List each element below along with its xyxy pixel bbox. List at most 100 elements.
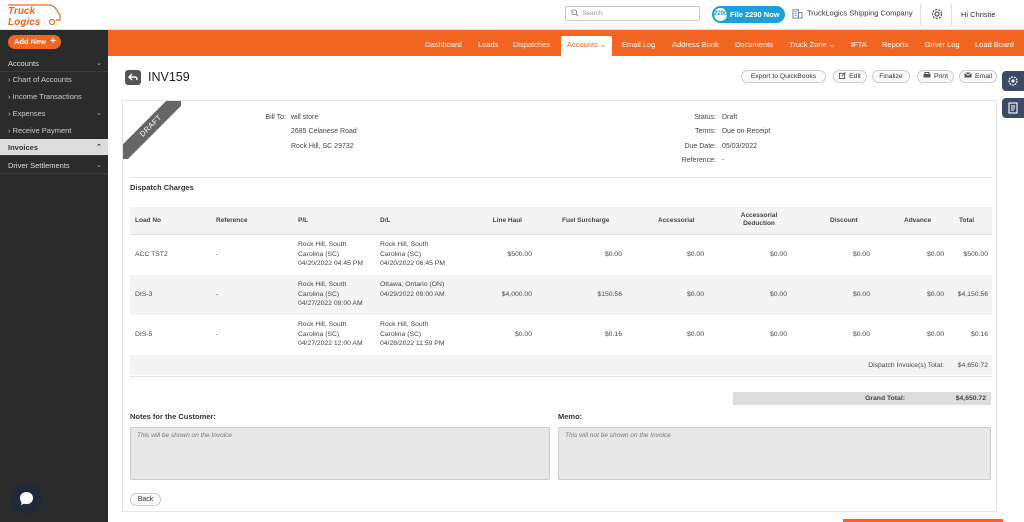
pl-line: Rock Hill, South: [298, 321, 347, 328]
sidebar-item-label: Expenses: [12, 109, 46, 118]
cell-line-haul: $0.00: [514, 331, 532, 338]
chat-widget-button[interactable]: [11, 483, 42, 514]
memo-placeholder: This will not be shown on the Invoice: [565, 432, 671, 439]
cell-accessorial: $0.00: [686, 331, 704, 338]
user-greeting[interactable]: Hi Christie: [961, 10, 996, 19]
nav-email-log[interactable]: Email Log: [622, 40, 655, 49]
bill-to-address: 2685 Celanese Road: [291, 128, 357, 135]
col-accessorial: Accessorial: [658, 217, 695, 224]
edit-icon: [839, 71, 847, 79]
page-title: INV159: [148, 70, 190, 84]
bill-to-city: Rock Hill, SC 29732: [291, 143, 354, 150]
email-label: Email: [975, 73, 992, 80]
nav-accounts-label: Accounts: [567, 40, 598, 49]
trucklogics-logo[interactable]: Truck Logics: [6, 2, 64, 28]
print-label: Print: [934, 73, 948, 80]
export-quickbooks-button[interactable]: Export to QuickBooks: [741, 70, 826, 83]
sidebar-item-label: Invoices: [8, 143, 39, 152]
charges-table-header: Load No Reference P/L D/L Line Haul Fuel…: [130, 207, 992, 235]
print-icon: [923, 71, 931, 78]
floating-notes-button[interactable]: [1002, 98, 1024, 118]
terms-label: Terms:: [695, 128, 716, 135]
nav-dashboard[interactable]: Dashboard: [425, 40, 462, 49]
nav-truck-zone-label: Truck Zone: [789, 40, 827, 49]
cell-line-haul: $500.00: [507, 251, 532, 258]
sidebar-item-chart-of-accounts[interactable]: › Chart of Accounts: [0, 71, 108, 88]
chevron-down-icon: ⌄: [599, 40, 607, 49]
divider: [920, 4, 921, 26]
search-icon: [571, 9, 579, 17]
nav-reports[interactable]: Reports: [882, 40, 908, 49]
search-placeholder: Search: [582, 10, 603, 17]
nav-load-board[interactable]: Load Board: [975, 40, 1014, 49]
email-button[interactable]: Email: [959, 70, 997, 83]
logo-text-logics: Logics: [8, 17, 41, 28]
file-2290-button[interactable]: 2290 File 2290 Now: [712, 6, 785, 23]
sidebar-item-income-transactions[interactable]: › Income Transactions: [0, 88, 108, 105]
nav-address-book[interactable]: Address Book: [672, 40, 719, 49]
cell-line-haul: $4,000.00: [501, 291, 532, 298]
nav-loads[interactable]: Loads: [478, 40, 498, 49]
back-arrow-button[interactable]: [125, 70, 141, 85]
add-new-button[interactable]: Add New +: [8, 35, 61, 49]
back-button[interactable]: Back: [130, 493, 161, 506]
col-pl: P/L: [298, 217, 309, 224]
print-button[interactable]: Print: [917, 70, 954, 83]
nav-accounts[interactable]: Accounts ⌄: [561, 36, 613, 56]
sidebar-section-accounts[interactable]: Accounts ⌄: [0, 55, 108, 72]
col-line-haul: Line Haul: [492, 217, 522, 224]
sidebar-section-label: Accounts: [8, 59, 39, 68]
chevron-down-icon: ⌄: [96, 60, 102, 67]
dl-line: Ottawa, Ontario (ON): [380, 281, 445, 288]
col-load-no: Load No: [135, 217, 161, 224]
cell-discount: $0.00: [852, 331, 870, 338]
sidebar-item-invoices[interactable]: Invoices ⌃: [0, 139, 108, 156]
envelope-icon: [964, 72, 972, 78]
back-arrow-icon: [128, 73, 138, 81]
divider: [130, 177, 992, 178]
sidebar-item-expenses[interactable]: › Expenses ⌄: [0, 105, 108, 122]
draft-ribbon: DRAFT: [123, 101, 181, 159]
nav-driver-log[interactable]: Driver Log: [925, 40, 960, 49]
customer-notes-placeholder: This will be shown on the Invoice: [137, 432, 233, 439]
dispatch-total-value: $4,650.72: [957, 362, 988, 369]
table-row: DIS-5 - Rock Hill, South Carolina (SC) 0…: [130, 315, 992, 355]
divider: [951, 4, 952, 26]
dl-line: Rock Hill, South: [380, 321, 429, 328]
dispatch-total-row: Dispatch Invoice(s) Total: $4,650.72: [130, 355, 992, 375]
sidebar-item-receive-payment[interactable]: › Receive Payment: [0, 122, 108, 139]
dl-line: Carolina (SC): [380, 250, 422, 258]
grand-total-value: $4,650.72: [955, 395, 986, 402]
nav-ifta[interactable]: IFTA: [851, 40, 867, 49]
due-date-label: Due Date:: [684, 143, 716, 150]
search-input[interactable]: Search: [565, 6, 700, 21]
nav-truck-zone[interactable]: Truck Zone ⌄: [789, 40, 835, 49]
cell-total: $4,150.56: [957, 291, 988, 298]
sidebar-item-label: Receive Payment: [12, 126, 72, 135]
finalize-button[interactable]: Finalize: [872, 70, 910, 83]
nav-documents[interactable]: Documents: [735, 40, 773, 49]
edit-button[interactable]: Edit: [833, 70, 867, 83]
dl-line: Carolina (SC): [380, 330, 422, 338]
status-value: Draft: [722, 114, 738, 121]
settings-button[interactable]: [930, 7, 944, 23]
company-name: TruckLogics Shipping Company: [807, 8, 913, 18]
table-row: ACC TST2 - Rock Hill, South Carolina (SC…: [130, 235, 992, 275]
dl-line: 04/29/2022 09:00 AM: [380, 290, 445, 298]
chat-bubble-icon: [19, 491, 34, 506]
floating-settings-button[interactable]: [1002, 71, 1024, 91]
sidebar-section-driver-settlements[interactable]: Driver Settlements ⌄: [0, 157, 108, 174]
file-2290-label: File 2290 Now: [730, 10, 780, 19]
add-new-label: Add New: [14, 37, 47, 46]
cell-acc-deduction: $0.00: [769, 291, 787, 298]
nav-dispatches[interactable]: Dispatches: [513, 40, 550, 49]
col-accessorial-deduction: Accessorial Deduction: [740, 212, 778, 227]
status-label: Status:: [694, 114, 716, 121]
sidebar-item-label: Income Transactions: [12, 92, 82, 101]
company-selector[interactable]: TruckLogics Shipping Company: [792, 8, 913, 19]
reference-value: -: [722, 157, 725, 164]
grand-total-row: Grand Total: $4,650.72: [733, 392, 991, 405]
customer-notes-textarea[interactable]: This will be shown on the Invoice: [130, 427, 550, 480]
memo-textarea[interactable]: This will not be shown on the Invoice: [558, 427, 991, 480]
sidebar-section-label: Driver Settlements: [8, 161, 70, 170]
